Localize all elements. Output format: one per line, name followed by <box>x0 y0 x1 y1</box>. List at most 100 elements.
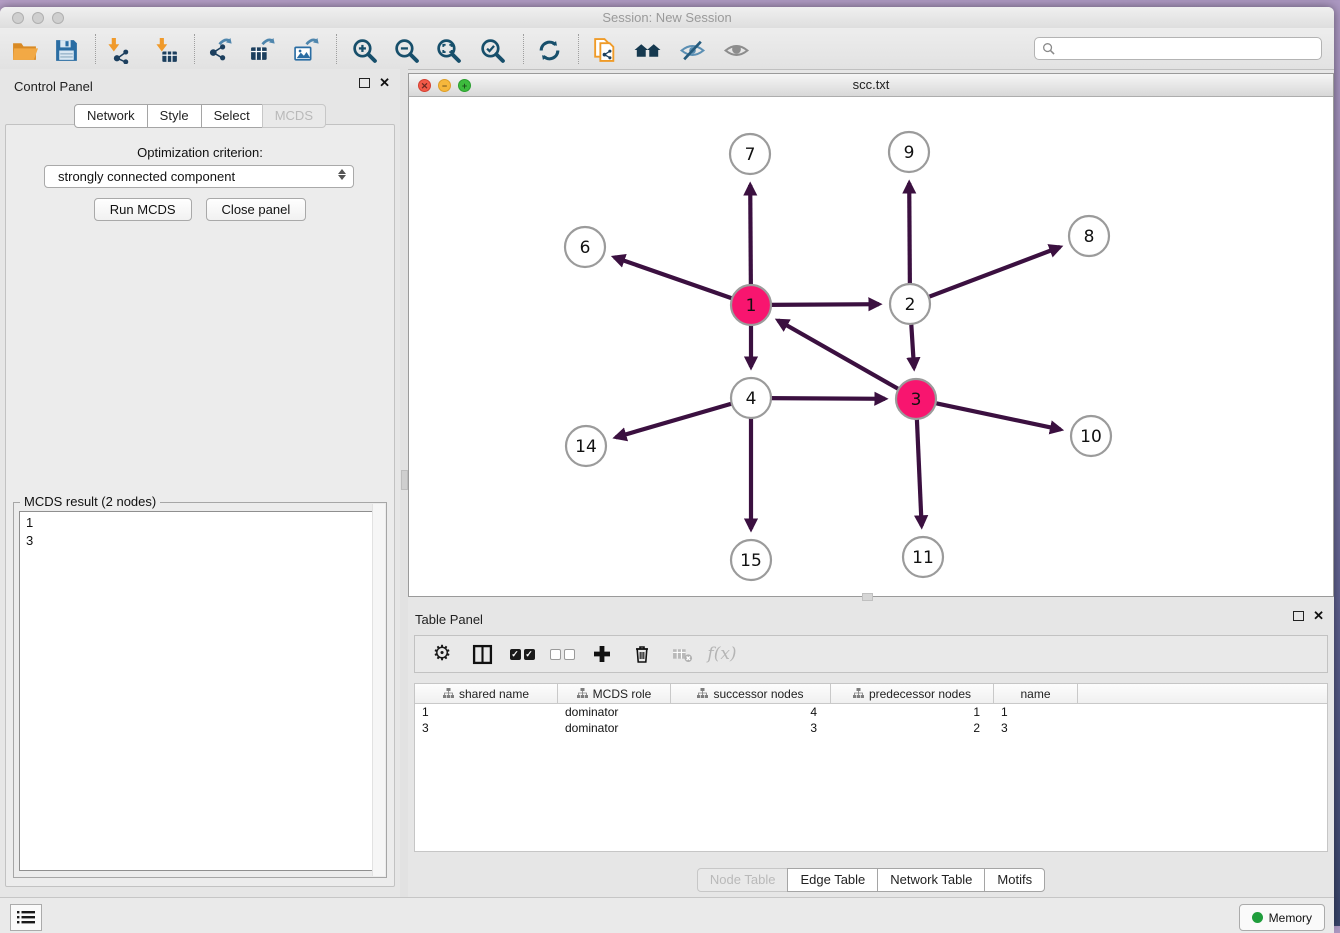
close-table-panel-icon[interactable]: ✕ <box>1313 611 1324 621</box>
float-table-panel-icon[interactable] <box>1293 611 1304 621</box>
close-panel-icon[interactable]: ✕ <box>379 78 390 88</box>
window-title: Session: New Session <box>0 10 1334 25</box>
table-body: 1dominator4113dominator323 <box>415 704 1327 736</box>
tab-style[interactable]: Style <box>147 104 202 128</box>
function-builder-icon: f(x) <box>709 641 735 667</box>
search-field[interactable] <box>1034 37 1322 60</box>
table-settings-icon[interactable]: ⚙ <box>429 641 455 667</box>
node-label-4: 4 <box>746 389 757 409</box>
import-table-icon[interactable] <box>150 35 182 65</box>
cytoscape-window: Session: New Session <box>0 7 1334 926</box>
column-header-shared-name[interactable]: shared name <box>415 684 558 703</box>
network-view-window: ✕ − + scc.txt 7968124314101511 <box>408 73 1334 597</box>
table-cell[interactable]: 1 <box>415 704 558 720</box>
app-titlebar: Session: New Session <box>0 7 1334 29</box>
fit-content-icon[interactable] <box>432 35 464 65</box>
zoom-in-icon[interactable] <box>348 35 380 65</box>
column-header-successor-nodes[interactable]: successor nodes <box>671 684 831 703</box>
hierarchy-icon <box>697 688 708 699</box>
zoom-out-icon[interactable] <box>390 35 422 65</box>
run-mcds-button[interactable]: Run MCDS <box>94 198 192 221</box>
node-label-1: 1 <box>746 296 757 316</box>
delete-table-icon <box>669 641 695 667</box>
edge-3-1[interactable] <box>778 320 901 390</box>
vertical-splitter[interactable] <box>400 69 408 897</box>
select-all-columns-icon[interactable]: ✓✓ <box>509 641 535 667</box>
edge-4-3[interactable] <box>768 398 885 399</box>
edge-1-6[interactable] <box>614 257 735 299</box>
delete-column-icon[interactable] <box>629 641 655 667</box>
open-file-icon[interactable] <box>8 35 40 65</box>
split-panel-icon[interactable] <box>469 641 495 667</box>
control-panel-title: Control Panel <box>14 79 93 94</box>
table-cell[interactable]: dominator <box>558 704 671 720</box>
table-tab-edge-table[interactable]: Edge Table <box>787 868 878 892</box>
splitter-grip[interactable] <box>401 470 408 490</box>
export-image-icon[interactable] <box>290 35 322 65</box>
add-column-icon[interactable] <box>589 641 615 667</box>
edge-1-7[interactable] <box>750 185 751 288</box>
table-cell[interactable]: 3 <box>671 720 831 736</box>
toggle-details-icon[interactable] <box>720 35 752 65</box>
table-cell[interactable]: dominator <box>558 720 671 736</box>
table-cell[interactable]: 1 <box>994 704 1078 720</box>
mcds-result-text[interactable]: 1 3 <box>19 511 381 871</box>
edge-2-3[interactable] <box>911 321 914 368</box>
search-input[interactable] <box>1060 41 1321 57</box>
tab-select[interactable]: Select <box>201 104 263 128</box>
show-all-networks-icon[interactable] <box>631 35 663 65</box>
node-label-6: 6 <box>580 238 591 258</box>
import-network-icon[interactable] <box>102 35 134 65</box>
float-panel-icon[interactable] <box>359 78 370 88</box>
export-table-icon[interactable] <box>246 35 278 65</box>
table-tabs: Node TableEdge TableNetwork TableMotifs <box>408 868 1334 892</box>
horizontal-splitter-grip[interactable] <box>862 593 873 601</box>
hierarchy-icon <box>853 688 864 699</box>
edge-3-10[interactable] <box>933 403 1061 430</box>
network-canvas[interactable]: 7968124314101511 <box>409 96 1333 597</box>
table-row[interactable]: 3dominator323 <box>415 720 1327 736</box>
refresh-icon[interactable] <box>533 35 565 65</box>
table-cell[interactable]: 1 <box>831 704 994 720</box>
status-bar: Memory <box>0 897 1334 933</box>
tab-network[interactable]: Network <box>74 104 148 128</box>
table-panel-title: Table Panel <box>415 612 483 627</box>
column-header-predecessor-nodes[interactable]: predecessor nodes <box>831 684 994 703</box>
tab-mcds[interactable]: MCDS <box>262 104 326 128</box>
table-row[interactable]: 1dominator411 <box>415 704 1327 720</box>
criterion-dropdown[interactable]: strongly connected component <box>44 165 354 188</box>
hierarchy-icon <box>577 688 588 699</box>
table-cell[interactable]: 2 <box>831 720 994 736</box>
table-cell[interactable]: 4 <box>671 704 831 720</box>
table-cell[interactable]: 3 <box>994 720 1078 736</box>
zoom-selected-icon[interactable] <box>476 35 508 65</box>
save-session-icon[interactable] <box>50 35 82 65</box>
duplicate-network-icon[interactable] <box>588 35 620 65</box>
task-history-button[interactable] <box>10 904 42 931</box>
column-label: successor nodes <box>713 687 803 701</box>
edge-2-8[interactable] <box>926 247 1060 298</box>
table-tab-node-table[interactable]: Node Table <box>697 868 789 892</box>
edge-4-14[interactable] <box>616 403 735 438</box>
deselect-all-columns-icon[interactable] <box>549 641 575 667</box>
result-scrollbar[interactable] <box>372 504 385 876</box>
toolbar-separator <box>578 34 579 64</box>
toolbar-separator <box>523 34 524 64</box>
close-panel-button[interactable]: Close panel <box>206 198 307 221</box>
export-network-icon[interactable] <box>203 35 235 65</box>
memory-button[interactable]: Memory <box>1239 904 1325 931</box>
node-label-11: 11 <box>912 548 934 568</box>
desktop: Session: New Session <box>0 0 1340 926</box>
table-tab-motifs[interactable]: Motifs <box>984 868 1045 892</box>
edge-1-2[interactable] <box>768 304 879 305</box>
control-panel: Control Panel ✕ NetworkStyleSelectMCDS O… <box>0 69 400 897</box>
column-header-name[interactable]: name <box>994 684 1078 703</box>
table-tab-network-table[interactable]: Network Table <box>877 868 985 892</box>
control-panel-tabs: NetworkStyleSelectMCDS <box>0 104 400 128</box>
table-cell[interactable]: 3 <box>415 720 558 736</box>
memory-status-icon <box>1252 912 1263 923</box>
edge-2-9[interactable] <box>909 183 910 287</box>
edge-3-11[interactable] <box>917 416 922 526</box>
hide-graphics-details-icon[interactable] <box>676 35 708 65</box>
column-header-MCDS-role[interactable]: MCDS role <box>558 684 671 703</box>
